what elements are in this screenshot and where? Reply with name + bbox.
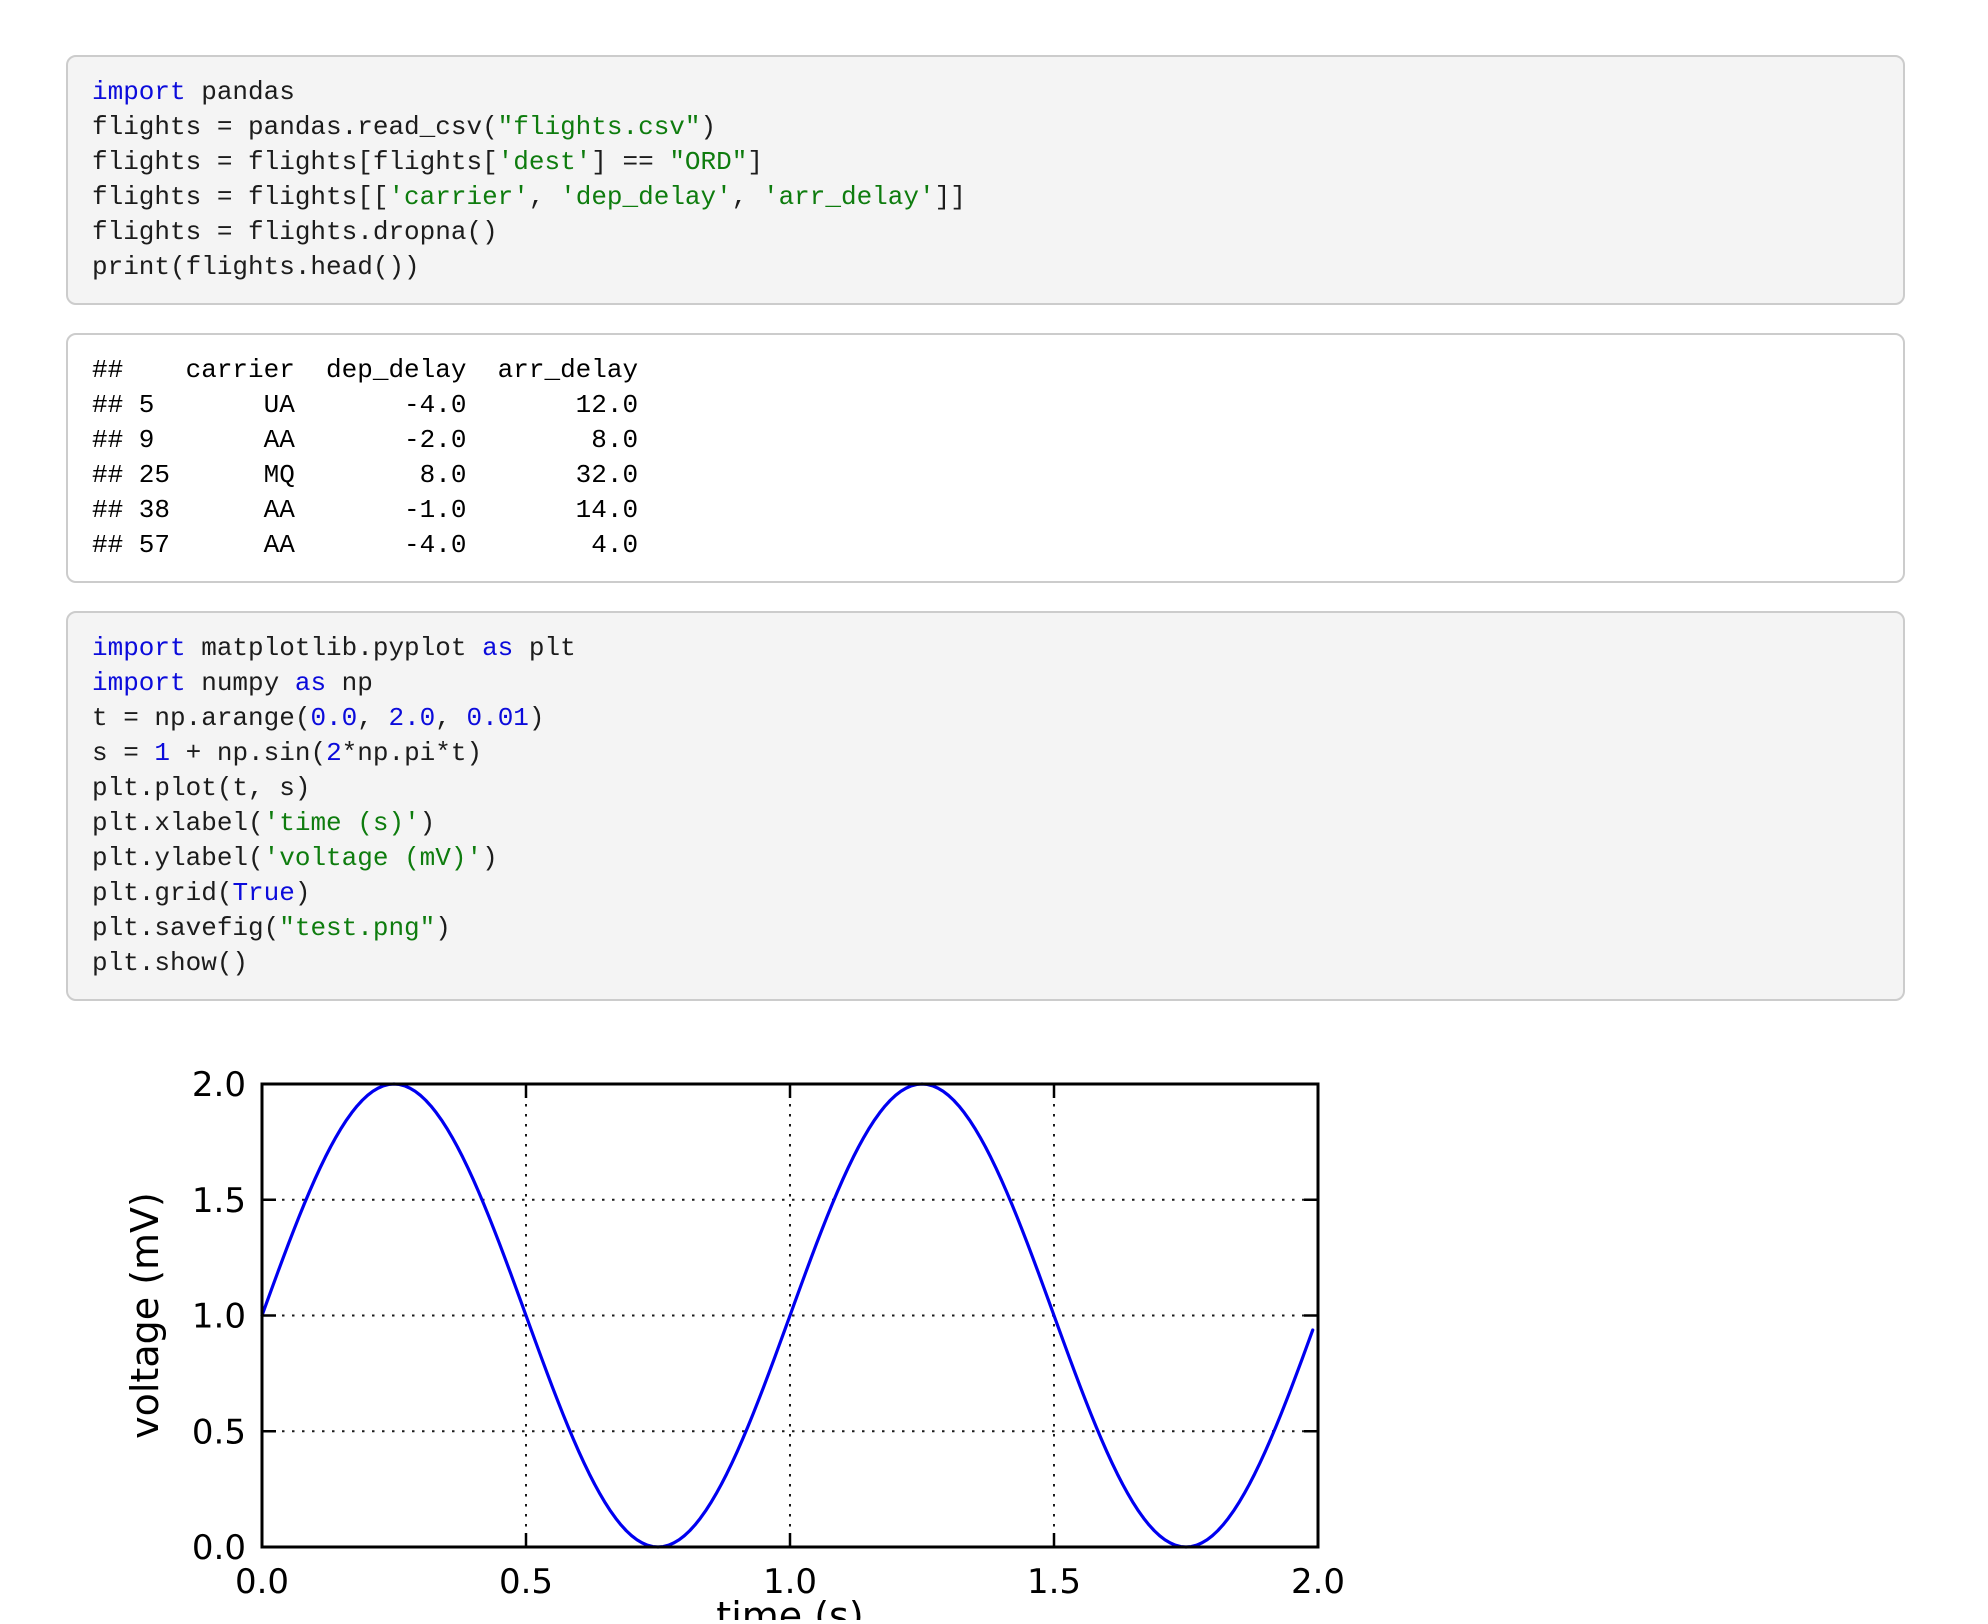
x-tick-label: 0.5 [499, 1562, 553, 1602]
code-line: import numpy as np [92, 666, 1879, 701]
output-line: ## 57 AA -4.0 4.0 [92, 528, 1879, 563]
code-line: flights = pandas.read_csv("flights.csv") [92, 110, 1879, 145]
code-line: import pandas [92, 75, 1879, 110]
code-line: plt.savefig("test.png") [92, 911, 1879, 946]
code-line: print(flights.head()) [92, 250, 1879, 285]
output-line: ## 25 MQ 8.0 32.0 [92, 458, 1879, 493]
code-line: flights = flights[flights['dest'] == "OR… [92, 145, 1879, 180]
code-line: s = 1 + np.sin(2*np.pi*t) [92, 736, 1879, 771]
x-tick-label: 2.0 [1291, 1562, 1345, 1602]
x-tick-label: 0.0 [235, 1562, 289, 1602]
code-block-matplotlib: import matplotlib.pyplot as pltimport nu… [66, 611, 1905, 1001]
code-line: t = np.arange(0.0, 2.0, 0.01) [92, 701, 1879, 736]
code-block-pandas: import pandasflights = pandas.read_csv("… [66, 55, 1905, 305]
y-axis-label: voltage (mV) [123, 1192, 167, 1439]
code-line: plt.xlabel('time (s)') [92, 806, 1879, 841]
x-tick-label: 1.5 [1027, 1562, 1081, 1602]
x-axis-label: time (s) [716, 1594, 863, 1620]
y-tick-label: 1.0 [192, 1297, 246, 1337]
y-tick-label: 0.5 [192, 1412, 246, 1452]
output-line: ## 5 UA -4.0 12.0 [92, 388, 1879, 423]
y-tick-label: 1.5 [192, 1181, 246, 1221]
y-tick-label: 2.0 [192, 1065, 246, 1105]
code-line: plt.plot(t, s) [92, 771, 1879, 806]
code-line: import matplotlib.pyplot as plt [92, 631, 1879, 666]
code-line: flights = flights[['carrier', 'dep_delay… [92, 180, 1879, 215]
code-line: plt.grid(True) [92, 876, 1879, 911]
code-line: flights = flights.dropna() [92, 215, 1879, 250]
output-line: ## 38 AA -1.0 14.0 [92, 493, 1879, 528]
output-block-flights-head: ## carrier dep_delay arr_delay## 5 UA -4… [66, 333, 1905, 583]
code-line: plt.ylabel('voltage (mV)') [92, 841, 1879, 876]
output-line: ## 9 AA -2.0 8.0 [92, 423, 1879, 458]
sine-curve [262, 1084, 1313, 1547]
output-line: ## carrier dep_delay arr_delay [92, 353, 1879, 388]
code-line: plt.show() [92, 946, 1879, 981]
voltage-time-plot: 0.00.51.01.52.00.00.51.01.52.0voltage (m… [0, 1029, 1988, 1620]
rendered-document: import pandasflights = pandas.read_csv("… [0, 0, 1988, 1620]
